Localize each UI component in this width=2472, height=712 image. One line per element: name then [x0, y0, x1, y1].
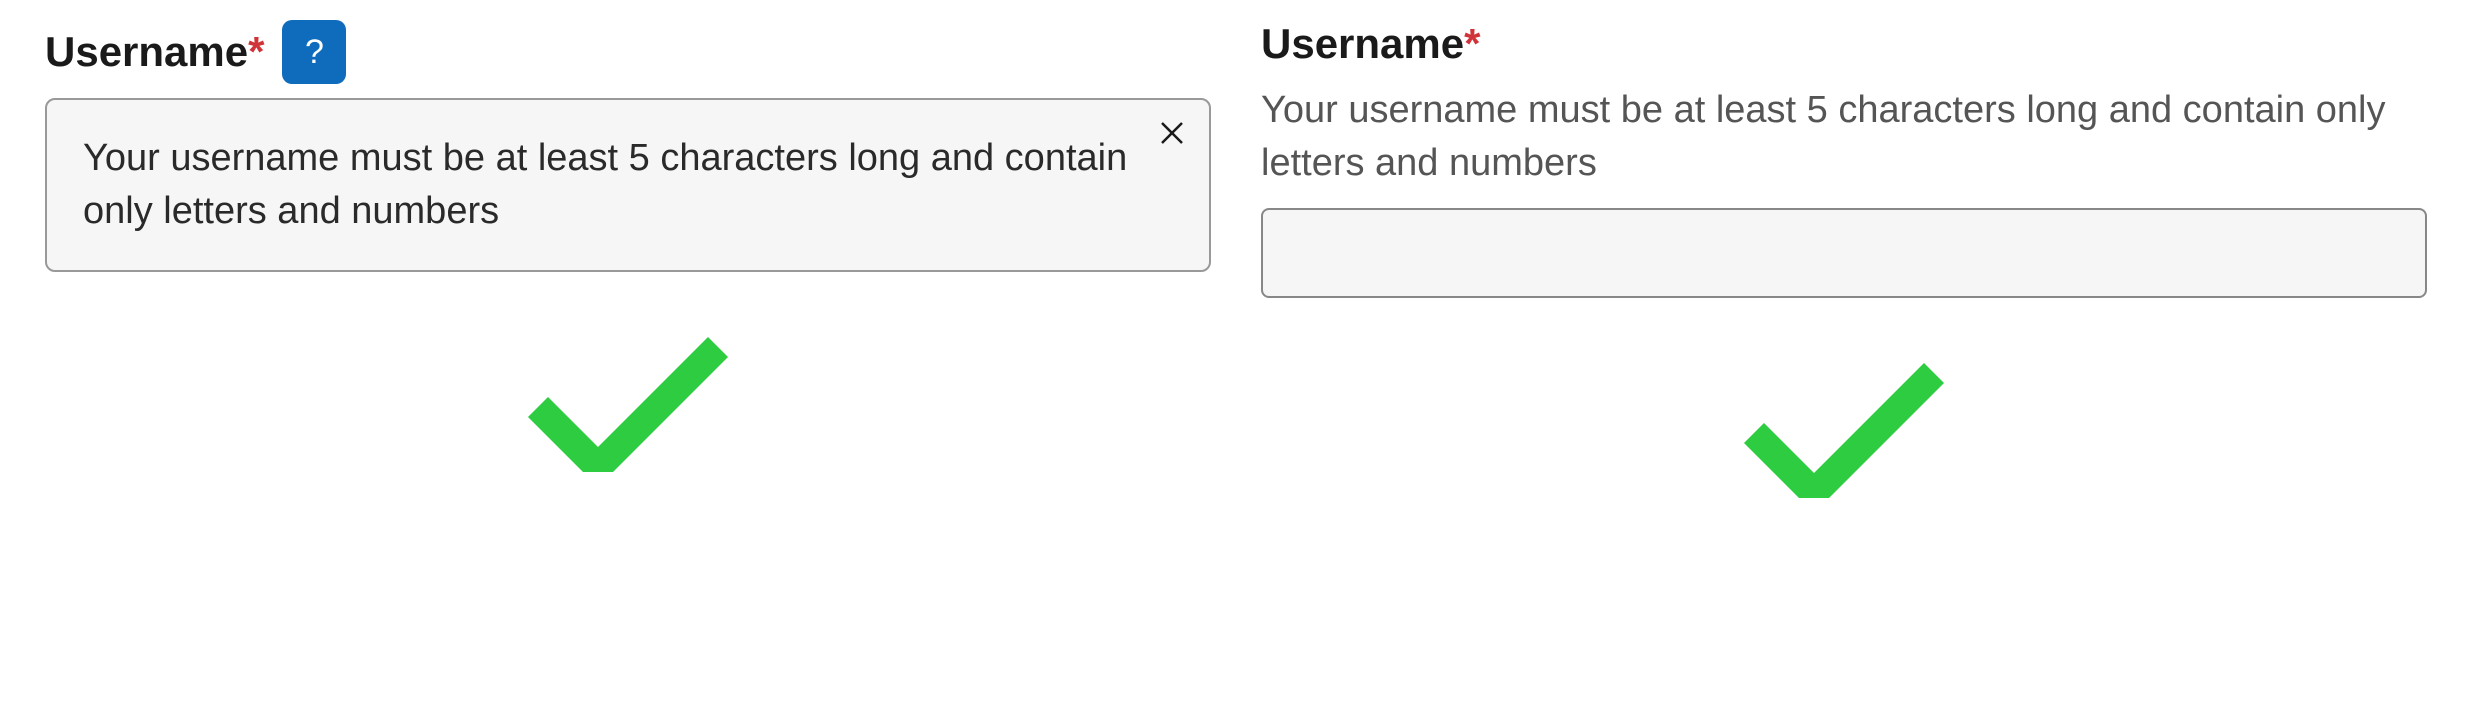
helper-text: Your username must be at least 5 charact…	[1261, 84, 2427, 190]
checkmark-good	[45, 312, 1211, 477]
close-icon	[1157, 136, 1187, 151]
username-input[interactable]	[1261, 208, 2427, 298]
tooltip-text: Your username must be at least 5 charact…	[83, 137, 1127, 232]
required-asterisk: *	[248, 28, 264, 75]
tooltip-close-button[interactable]	[1153, 114, 1191, 155]
label-text: Username	[1261, 20, 1464, 67]
label-row: Username*	[1261, 20, 2427, 68]
question-mark-icon: ?	[305, 33, 324, 72]
help-button[interactable]: ?	[282, 20, 346, 84]
field-label: Username*	[45, 28, 264, 76]
checkmark-icon	[1744, 338, 1944, 503]
required-asterisk: *	[1464, 20, 1480, 67]
example-inline-helper-pattern: Username* Your username must be at least…	[1236, 20, 2452, 692]
label-row: Username* ?	[45, 20, 1211, 84]
tooltip-box: Your username must be at least 5 charact…	[45, 98, 1211, 272]
checkmark-icon	[528, 312, 728, 477]
field-label: Username*	[1261, 20, 1480, 68]
label-text: Username	[45, 28, 248, 75]
checkmark-good	[1261, 338, 2427, 503]
example-tooltip-pattern: Username* ? Your username must be at lea…	[20, 20, 1236, 692]
